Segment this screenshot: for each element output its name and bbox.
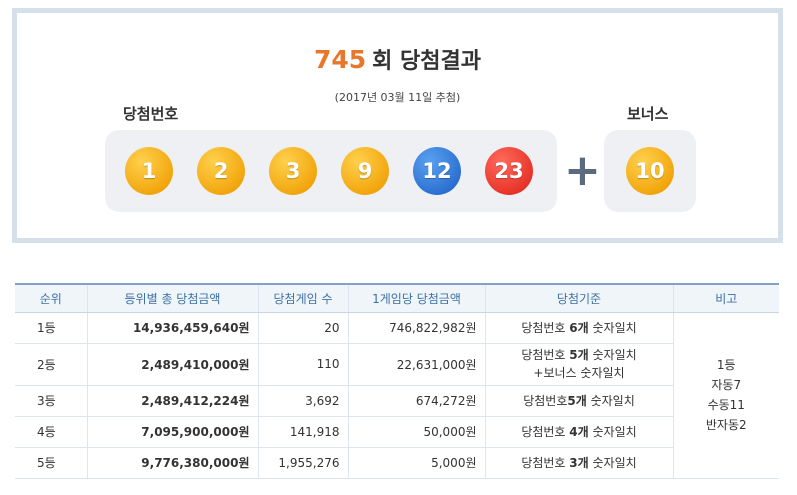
rank-cell: 1등 xyxy=(15,312,87,344)
note-line: 반자동2 xyxy=(705,418,747,432)
col-winner-count: 당첨게임 수 xyxy=(257,283,348,313)
winner-count-cell: 141,918 xyxy=(257,416,348,448)
winning-numbers-label: 당첨번호 xyxy=(123,105,179,123)
criteria-text: 숫자일치 xyxy=(588,348,637,362)
total-prize-cell: 2,489,410,000원 xyxy=(86,343,258,386)
criteria-cell: 당첨번호 4개 숫자일치 xyxy=(484,416,673,448)
number-ball: 9 xyxy=(341,147,389,195)
criteria-cell: 당첨번호5개 숫자일치 xyxy=(484,385,673,417)
table-row: 1등 14,936,459,640원 20 746,822,982원 당첨번호 … xyxy=(15,312,779,479)
criteria-count: 3개 xyxy=(569,455,589,470)
rank-cell: 2등 xyxy=(15,343,87,386)
table-header-row: 순위 등위별 총 당첨금액 당첨게임 수 1게임당 당첨금액 당첨기준 비고 xyxy=(15,283,779,313)
criteria-text: 당첨번호 xyxy=(521,455,570,470)
winning-numbers-panel: 1 2 3 9 12 23 xyxy=(105,130,557,212)
prize-table: 순위 등위별 총 당첨금액 당첨게임 수 1게임당 당첨금액 당첨기준 비고 1… xyxy=(15,283,779,479)
winner-count-cell: 110 xyxy=(257,343,348,386)
total-prize-cell: 9,776,380,000원 xyxy=(86,447,258,479)
bonus-ball: 10 xyxy=(626,147,674,195)
per-game-prize-cell: 746,822,982원 xyxy=(347,312,485,344)
number-ball: 23 xyxy=(485,147,533,195)
col-total-prize: 등위별 총 당첨금액 xyxy=(86,283,258,313)
draw-title: 745 회 당첨결과 xyxy=(17,43,778,75)
winner-count-cell: 3,692 xyxy=(257,385,348,417)
criteria-count: 6개 xyxy=(569,320,589,335)
rank-cell: 3등 xyxy=(15,385,87,417)
plus-icon: + xyxy=(564,145,601,196)
criteria-cell: 당첨번호 3개 숫자일치 xyxy=(484,447,673,479)
criteria-text: 숫자일치 xyxy=(588,424,637,439)
winner-count-cell: 20 xyxy=(257,312,348,344)
criteria-text: 당첨번호 xyxy=(521,348,570,362)
rank-cell: 5등 xyxy=(15,447,87,479)
per-game-prize-cell: 22,631,000원 xyxy=(347,343,485,386)
per-game-prize-cell: 50,000원 xyxy=(347,416,485,448)
criteria-text: 숫자일치 xyxy=(588,455,637,470)
number-ball: 2 xyxy=(197,147,245,195)
criteria-cell: 당첨번호 6개 숫자일치 xyxy=(484,312,673,344)
criteria-count: 5개 xyxy=(569,348,589,362)
draw-result-panel: 745 회 당첨결과 (2017년 03월 11일 추첨) 당첨번호 보너스 1 … xyxy=(12,8,783,243)
col-rank: 순위 xyxy=(15,283,87,313)
table-row: 3등 2,489,412,224원 3,692 674,272원 당첨번호5개 … xyxy=(15,385,779,417)
criteria-text: 당첨번호 xyxy=(521,424,570,439)
note-line: 자동7 xyxy=(711,378,742,392)
title-suffix: 회 당첨결과 xyxy=(372,49,482,74)
winner-count-cell: 1,955,276 xyxy=(257,447,348,479)
table-row: 2등 2,489,410,000원 110 22,631,000원 당첨번호 5… xyxy=(15,343,779,386)
table-row: 4등 7,095,900,000원 141,918 50,000원 당첨번호 4… xyxy=(15,416,779,448)
col-criteria: 당첨기준 xyxy=(484,283,673,313)
total-prize-cell: 2,489,412,224원 xyxy=(86,385,258,417)
total-prize-cell: 7,095,900,000원 xyxy=(86,416,258,448)
criteria-bonus-text: +보너스 숫자일치 xyxy=(533,366,625,380)
round-number: 745 xyxy=(313,45,367,74)
col-note: 비고 xyxy=(672,283,779,313)
note-cell: 1등 자동7 수동11 반자동2 xyxy=(672,312,779,479)
note-line: 1등 xyxy=(716,358,736,372)
criteria-text: 숫자일치 xyxy=(588,320,637,335)
criteria-text: 숫자일치 xyxy=(586,393,635,408)
note-line: 수동11 xyxy=(707,398,745,412)
total-prize-cell: 14,936,459,640원 xyxy=(86,312,258,344)
criteria-text: 당첨번호 xyxy=(521,320,570,335)
criteria-count: 5개 xyxy=(567,393,587,408)
criteria-text: 당첨번호 xyxy=(523,393,568,408)
bonus-panel: 10 xyxy=(604,130,696,212)
col-per-game-prize: 1게임당 당첨금액 xyxy=(347,283,485,313)
number-ball: 3 xyxy=(269,147,317,195)
bonus-label: 보너스 xyxy=(627,105,669,123)
number-ball: 1 xyxy=(125,147,173,195)
criteria-cell: 당첨번호 5개 숫자일치 +보너스 숫자일치 xyxy=(484,343,673,386)
table-row: 5등 9,776,380,000원 1,955,276 5,000원 당첨번호 … xyxy=(15,447,779,479)
criteria-count: 4개 xyxy=(569,424,589,439)
per-game-prize-cell: 5,000원 xyxy=(347,447,485,479)
per-game-prize-cell: 674,272원 xyxy=(347,385,485,417)
rank-cell: 4등 xyxy=(15,416,87,448)
number-ball: 12 xyxy=(413,147,461,195)
